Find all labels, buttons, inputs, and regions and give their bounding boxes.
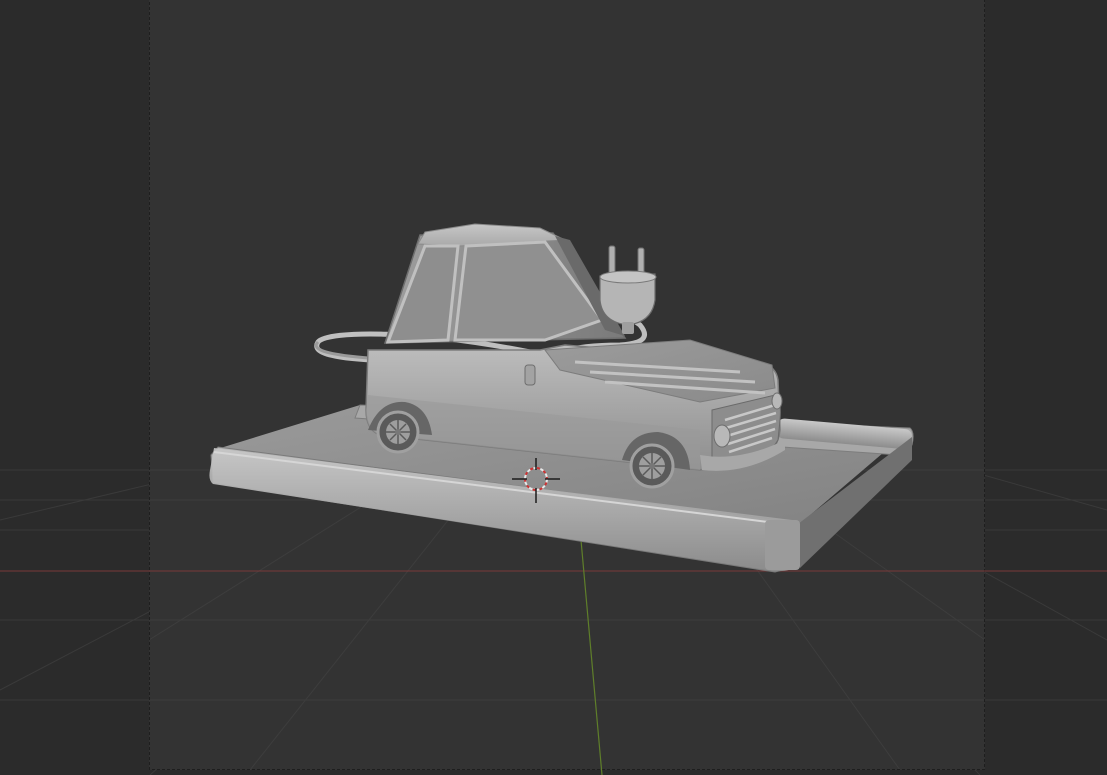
3d-viewport[interactable] xyxy=(0,0,1107,775)
car-headlight-right xyxy=(771,392,783,410)
viewport-canvas[interactable] xyxy=(0,0,1107,775)
cable-connector xyxy=(524,364,536,386)
car-headlight xyxy=(713,424,731,448)
